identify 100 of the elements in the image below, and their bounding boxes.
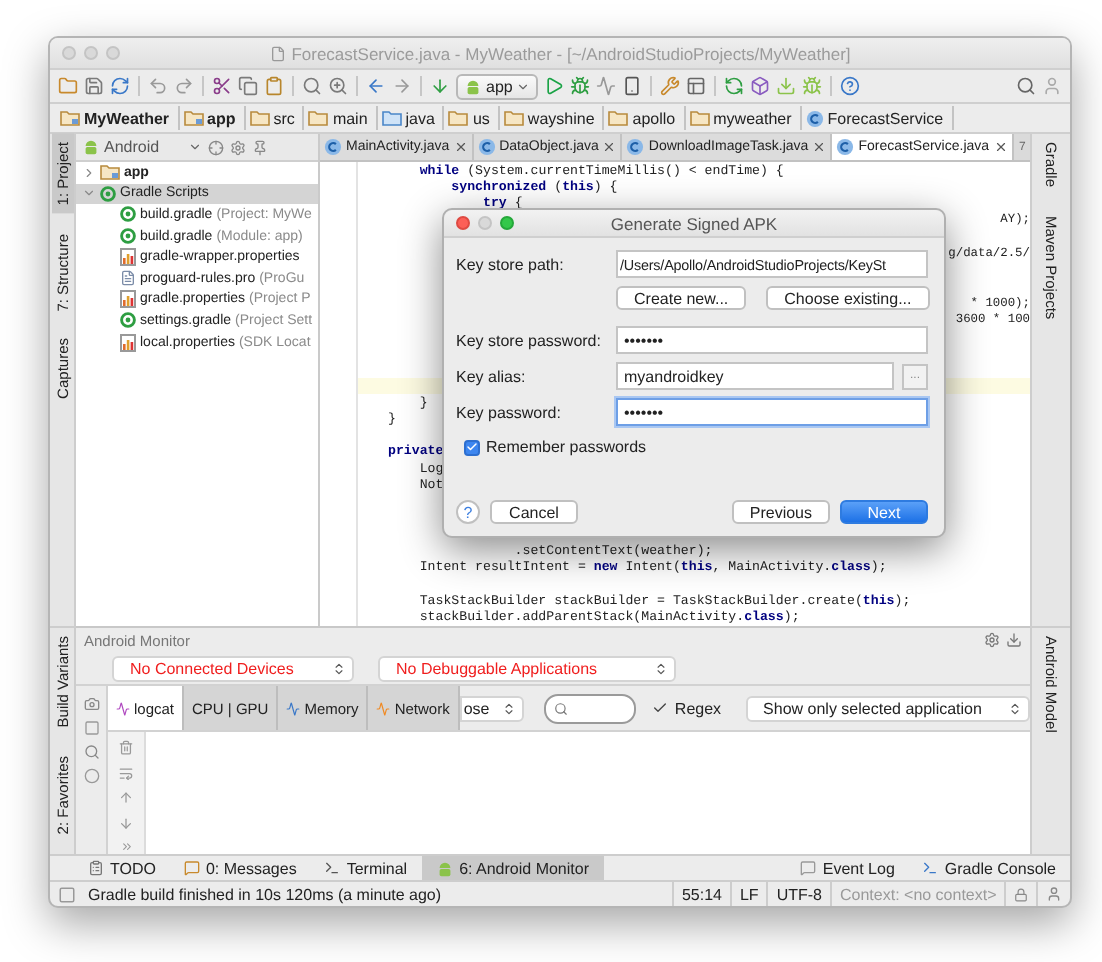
breadcrumb[interactable]: src xyxy=(245,106,305,130)
window-title: ForecastService.java - MyWeather - [~/AndroidStudioProjects/MyWeather] xyxy=(291,43,851,63)
checkbox[interactable] xyxy=(652,700,669,716)
bug-icon[interactable] xyxy=(570,76,591,96)
back-icon[interactable] xyxy=(366,76,386,96)
tool-window-button[interactable]: Gradle Console xyxy=(908,856,1070,880)
run-configuration-select[interactable]: app xyxy=(456,73,539,99)
caret-position[interactable]: 55:14 xyxy=(671,882,730,906)
tool-window-button[interactable]: Event Log xyxy=(786,856,909,880)
save-icon[interactable] xyxy=(84,76,104,96)
wrap-icon[interactable] xyxy=(118,765,134,781)
input-field[interactable]: myandroidkey xyxy=(616,362,894,390)
tool-window-button[interactable]: TODO xyxy=(74,856,170,880)
tool-window-button[interactable]: 0: Messages xyxy=(169,856,311,880)
checkbox-label: Regex xyxy=(674,699,722,717)
device-select[interactable]: No Connected Devices xyxy=(112,655,354,681)
android-icon xyxy=(435,859,454,877)
close-icon[interactable] xyxy=(453,140,468,154)
input-field[interactable]: ••••••• xyxy=(616,398,928,426)
field-label: Key alias: xyxy=(456,367,528,385)
dialog-button[interactable]: Previous xyxy=(731,500,830,524)
close-button[interactable] xyxy=(456,216,470,230)
help-button[interactable]: ? xyxy=(456,500,480,524)
clipboard-icon xyxy=(88,860,104,876)
lock-icon[interactable] xyxy=(1014,887,1028,901)
minimize-button[interactable] xyxy=(478,216,492,230)
locate-icon[interactable] xyxy=(208,139,224,155)
forward-icon[interactable] xyxy=(392,76,412,96)
settings-icon[interactable] xyxy=(984,632,1000,648)
more-icon[interactable] xyxy=(119,840,133,855)
updown-icon xyxy=(332,661,346,675)
folder-icon xyxy=(308,110,329,126)
terminal-icon xyxy=(922,860,939,876)
field-label: Key store path: xyxy=(456,255,566,273)
help-icon[interactable] xyxy=(840,76,861,96)
breadcrumb[interactable]: MyWeather xyxy=(56,106,180,130)
folder-icon xyxy=(381,110,402,126)
dialog-button[interactable]: Create new... xyxy=(616,286,747,310)
search-icon xyxy=(553,701,568,715)
zoom-button[interactable] xyxy=(500,216,514,230)
log-level-select[interactable]: ose xyxy=(459,695,524,721)
checkbox[interactable] xyxy=(464,439,480,455)
layout-icon[interactable] xyxy=(686,76,707,96)
graph-icon xyxy=(116,701,130,715)
breadcrumb[interactable]: apollo xyxy=(604,106,686,130)
breadcrumb[interactable]: us xyxy=(444,106,500,130)
tool-window-button[interactable]: Terminal xyxy=(310,856,422,880)
chart-file-icon xyxy=(120,248,136,267)
camera-icon[interactable] xyxy=(83,696,99,712)
up-icon[interactable] xyxy=(118,790,134,806)
down-icon[interactable] xyxy=(118,815,134,831)
encoding[interactable]: UTF-8 xyxy=(766,882,830,906)
copy-icon[interactable] xyxy=(238,76,258,96)
paste-icon[interactable] xyxy=(264,76,284,96)
dialog-button[interactable]: Choose existing... xyxy=(766,286,930,310)
stop-icon[interactable] xyxy=(83,720,99,736)
breadcrumb[interactable]: wayshine xyxy=(499,106,605,130)
panel-toggle-icon[interactable] xyxy=(58,885,76,903)
close-icon[interactable] xyxy=(993,140,1008,154)
class-icon xyxy=(324,138,342,156)
class-icon xyxy=(477,138,496,156)
close-icon[interactable] xyxy=(812,140,827,154)
record-icon[interactable] xyxy=(83,768,99,784)
folder-icon xyxy=(689,110,710,126)
inspect-icon[interactable] xyxy=(83,744,99,760)
folder-icon xyxy=(448,110,469,126)
breadcrumb[interactable]: java xyxy=(377,106,445,130)
breadcrumb[interactable]: ForecastService xyxy=(801,106,954,130)
folder-icon[interactable] xyxy=(58,76,78,96)
settings-icon[interactable] xyxy=(230,139,246,155)
cut-icon[interactable] xyxy=(212,76,232,96)
caret-icon xyxy=(516,79,531,93)
close-icon[interactable] xyxy=(602,140,617,154)
gradle-icon xyxy=(120,312,136,329)
android-bug-icon[interactable] xyxy=(802,76,823,96)
breadcrumb[interactable]: app xyxy=(179,106,246,130)
breadcrumb[interactable]: main xyxy=(304,106,378,130)
trash-icon[interactable] xyxy=(118,740,134,756)
dialog-button[interactable]: Cancel xyxy=(490,500,578,524)
app-select[interactable]: No Debuggable Applications xyxy=(378,655,676,681)
undo-icon[interactable] xyxy=(148,76,168,96)
breadcrumb[interactable]: myweather xyxy=(685,106,802,130)
device-icon[interactable] xyxy=(622,76,643,96)
sync-icon[interactable] xyxy=(110,76,130,96)
find-icon[interactable] xyxy=(328,76,348,96)
run-icon[interactable] xyxy=(544,76,565,96)
tool-window-button[interactable]: 6: Android Monitor xyxy=(421,856,603,880)
search-field[interactable] xyxy=(543,693,637,723)
android-icon xyxy=(464,77,482,95)
search-icon[interactable] xyxy=(302,76,322,96)
line-ending-select[interactable]: LF xyxy=(729,882,767,906)
dialog-button[interactable]: Next xyxy=(840,500,928,524)
wrench-icon[interactable] xyxy=(660,76,681,96)
sync-project-icon[interactable] xyxy=(724,76,745,96)
search-icon[interactable] xyxy=(1016,76,1036,96)
input-field[interactable]: ••••••• xyxy=(616,326,928,354)
pin-icon[interactable] xyxy=(252,139,268,155)
filter-select[interactable]: Show only selected application xyxy=(745,695,1030,721)
folder-icon xyxy=(503,110,524,126)
redo-icon[interactable] xyxy=(174,76,194,96)
